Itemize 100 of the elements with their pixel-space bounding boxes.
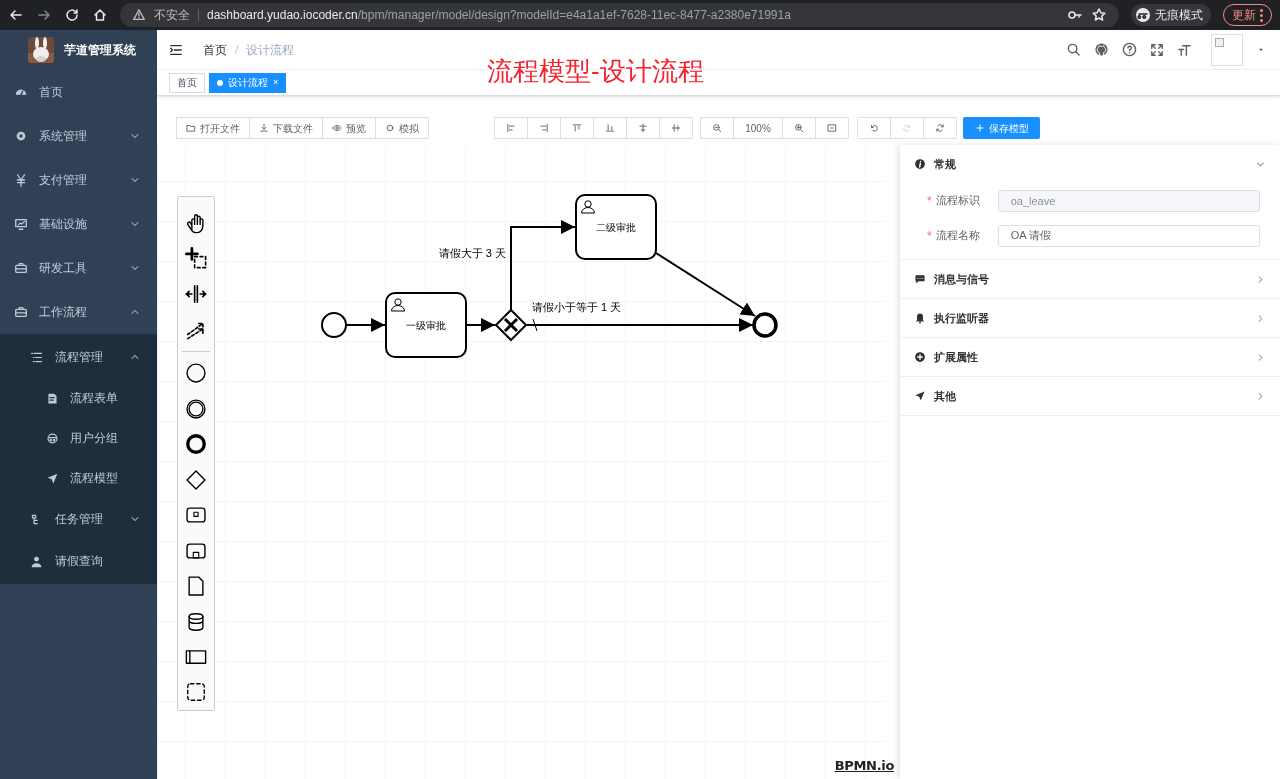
search-icon[interactable] [1066,42,1081,57]
info-icon [914,158,926,170]
security-label: 不安全 [154,7,190,24]
menu-item[interactable]: 工作流程 [0,290,157,334]
bell-icon [914,312,926,324]
gateway-icon[interactable] [185,468,207,491]
refresh-icon [935,123,945,133]
ring-icon [385,123,395,133]
yen-icon [14,173,28,187]
group-icon [46,431,59,445]
fullscreen-icon[interactable] [1150,42,1164,57]
align-icon [572,123,582,133]
end-event [752,312,778,338]
tag[interactable]: 首页 [169,72,205,93]
space-tool-icon[interactable] [185,282,207,305]
send-icon [914,390,926,402]
zoom-level-button[interactable]: 100% [733,117,783,139]
redo-icon [902,123,912,133]
app-title: 芋道管理系统 [64,42,136,59]
menu-item[interactable]: 任务管理 [0,498,157,540]
menu-icon[interactable] [169,42,183,57]
briefcase-icon [14,305,28,319]
back-icon[interactable] [8,7,24,23]
field-label: 流程标识 [935,193,981,209]
zoom-out-icon [712,123,722,133]
required-mark: * [927,192,932,210]
eye-icon [332,123,342,133]
sequence-flow [346,318,386,332]
font-size-icon[interactable] [1177,42,1192,57]
warning-icon [132,8,146,22]
url-text: dashboard.yudao.iocoder.cn/bpm/manager/model/design?modelId=e4a1a1ef-7628-11ec-8477-a2380e71991a [207,7,791,24]
toolbar-button[interactable]: 预览 [322,117,376,139]
menu-item[interactable]: 用户分组 [0,418,157,458]
briefcase-icon [14,261,28,275]
profile-button[interactable]: 无痕模式 [1131,4,1211,26]
intermediate-event-icon[interactable] [185,397,207,420]
flow-label: 请假小于等于 1 天 [532,301,622,313]
chat-icon [914,273,926,285]
star-icon[interactable] [1091,7,1107,23]
github-icon[interactable] [1094,42,1109,57]
align-icon [638,123,648,133]
person-icon [30,554,43,568]
plus-icon [974,123,985,133]
toolbar-button[interactable]: 下载文件 [249,117,323,139]
collapse-header[interactable]: 扩展属性 [900,338,1280,376]
help-icon[interactable] [1122,42,1137,57]
menu-item[interactable]: 流程模型 [0,458,157,498]
plus-circle-icon [914,351,926,363]
breadcrumb-separator: / [235,41,239,59]
flow-label: 请假大于 3 天 [438,247,506,259]
bpmn-logo[interactable]: BPMN.io [834,755,894,775]
menu-item[interactable]: 请假查询 [0,540,157,582]
home-icon[interactable] [92,7,108,23]
group-icon[interactable] [185,681,207,704]
text-field[interactable]: OA 请假 [997,224,1260,247]
collapse-header[interactable]: 执行监听器 [900,299,1280,337]
menu-item[interactable]: 流程表单 [0,378,157,418]
start-event-icon[interactable] [185,362,207,385]
forward-icon[interactable] [36,7,52,23]
lasso-tool-icon[interactable] [185,247,207,270]
data-store-icon[interactable] [185,610,207,633]
menu-item[interactable]: 系统管理 [0,114,157,158]
download-icon [259,123,269,133]
menu-item[interactable]: 研发工具 [0,246,157,290]
reload-icon[interactable] [64,7,80,23]
data-object-icon[interactable] [185,575,207,598]
zoom-in-button[interactable] [782,117,816,139]
zoom-in-icon [794,123,804,133]
menu-item[interactable]: 首页 [0,70,157,114]
fit-button[interactable] [815,117,849,139]
field-label: 流程名称 [935,228,981,244]
menu-item[interactable]: 支付管理 [0,158,157,202]
sequence-flow [466,318,496,332]
align-icon [671,123,681,133]
toolbar-button[interactable]: 模拟 [375,117,429,139]
incognito-icon [1135,7,1151,23]
collapse-header[interactable]: 常规 [900,145,1280,183]
collapse-header[interactable]: 消息与信号 [900,260,1280,298]
end-event-icon[interactable] [185,433,207,456]
list-icon [30,350,43,364]
folder-icon [186,123,196,133]
menu-item[interactable]: 流程管理 [0,336,157,378]
fit-icon [827,123,837,133]
form-icon [46,391,59,405]
align-icon [539,123,549,133]
hand-tool-icon[interactable] [185,211,207,234]
history-button[interactable] [923,117,957,139]
required-mark: * [927,227,932,245]
align-icon [506,123,516,133]
zoom-out-button[interactable] [700,117,734,139]
user-task: 二级审批 [575,194,657,260]
toolbar-button[interactable]: 打开文件 [176,117,250,139]
exclusive-gateway [494,308,528,342]
breadcrumb-item[interactable]: 首页 [203,40,227,59]
collapse-header[interactable]: 其他 [900,377,1280,415]
menu-item[interactable]: 基础设施 [0,202,157,246]
send-icon [46,471,59,485]
breadcrumb-item: 设计流程 [246,41,295,59]
user-task: 一级审批 [385,292,467,358]
address-bar[interactable]: 不安全 dashboard.yudao.iocoder.cn/bpm/manager/model/design?modelId=e4a1a1ef-7628-11ec-8477-a2380e71991a [120,3,1119,27]
